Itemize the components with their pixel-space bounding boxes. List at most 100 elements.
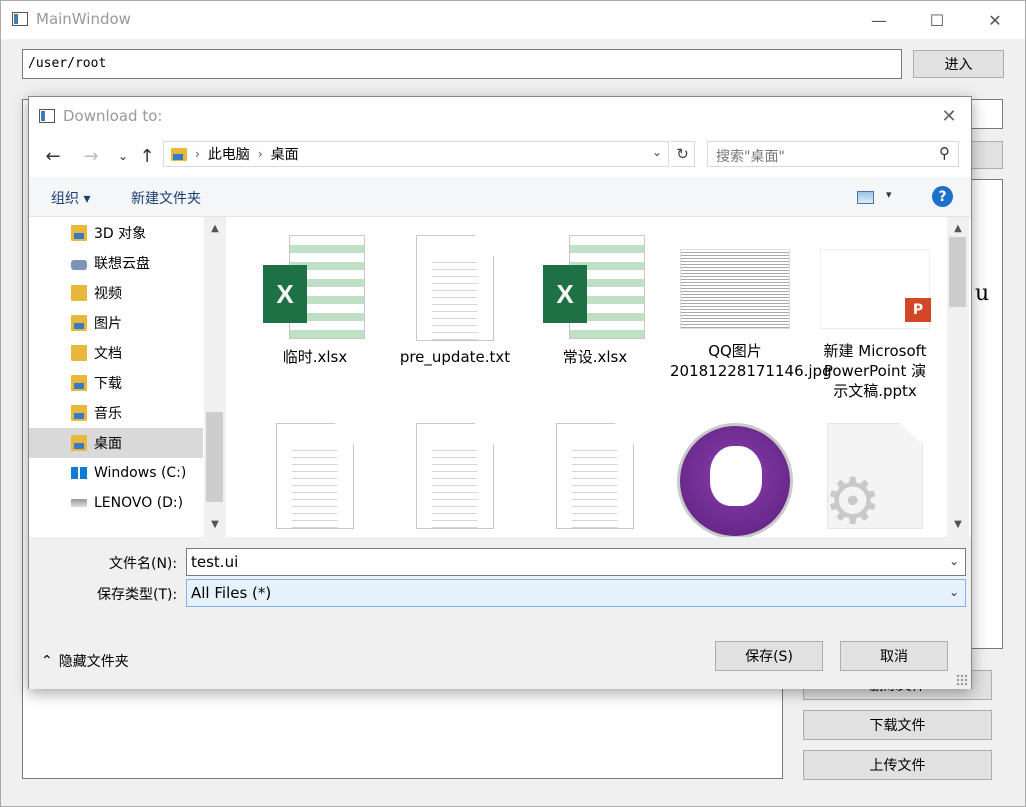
nav-item[interactable]: 视频 bbox=[29, 278, 203, 308]
download-file-button[interactable]: 下载文件 bbox=[803, 710, 992, 740]
path-input[interactable]: /user/root bbox=[22, 49, 902, 79]
help-icon[interactable]: ? bbox=[932, 186, 953, 207]
nav-item[interactable]: 音乐 bbox=[29, 398, 203, 428]
nav-item[interactable]: 文档 bbox=[29, 338, 203, 368]
nav-item[interactable]: 桌面 bbox=[29, 428, 203, 458]
minimize-button[interactable]: — bbox=[849, 1, 909, 39]
dialog-title: Download to: bbox=[63, 107, 163, 125]
downloads-folder-icon bbox=[71, 375, 87, 391]
desktop-folder-icon bbox=[71, 435, 87, 451]
dialog-titlebar: Download to: ✕ bbox=[29, 97, 971, 135]
new-folder-button[interactable]: 新建文件夹 bbox=[131, 188, 201, 208]
config-file-icon: ⚙ bbox=[827, 423, 923, 529]
enter-button[interactable]: 进入 bbox=[913, 50, 1004, 78]
file-item[interactable]: QQ图片 20181228171146.jpg bbox=[670, 235, 832, 381]
upload-file-button[interactable]: 上传文件 bbox=[803, 750, 992, 780]
dialog-close-button[interactable]: ✕ bbox=[935, 104, 963, 128]
scroll-up-icon[interactable]: ▲ bbox=[947, 219, 969, 237]
file-item[interactable] bbox=[250, 423, 380, 535]
files-scrollbar-thumb[interactable] bbox=[949, 237, 966, 307]
cancel-button[interactable]: 取消 bbox=[840, 641, 948, 671]
filename-input[interactable]: test.ui ⌄ bbox=[186, 548, 966, 576]
close-button[interactable]: ✕ bbox=[965, 1, 1025, 39]
file-item[interactable]: ⚙ bbox=[810, 423, 940, 535]
nav-item-label: 3D 对象 bbox=[94, 226, 147, 242]
file-name: 新建 Microsoft PowerPoint 演 示文稿.pptx bbox=[823, 342, 927, 400]
desktop-folder-icon bbox=[171, 147, 187, 161]
app-window-icon bbox=[12, 12, 28, 26]
excel-file-icon: X bbox=[543, 235, 647, 341]
save-button[interactable]: 保存(S) bbox=[715, 641, 823, 671]
maximize-button[interactable]: ☐ bbox=[907, 1, 967, 39]
address-dropdown-icon[interactable]: ⌄ bbox=[652, 145, 662, 159]
up-arrow-icon[interactable]: ↑ bbox=[135, 144, 159, 168]
nav-scrollbar[interactable]: ▲ ▼ bbox=[204, 217, 226, 537]
save-dialog: Download to: ✕ ← → ⌄ ↑ › 此电脑 › 桌面 ⌄ ↻ 搜索… bbox=[28, 96, 972, 689]
pictures-folder-icon bbox=[71, 315, 87, 331]
right-panel-text: u bbox=[975, 281, 990, 306]
view-dropdown-icon[interactable]: ▾ bbox=[886, 188, 892, 201]
hide-folders-label: 隐藏文件夹 bbox=[58, 654, 129, 670]
scroll-down-icon[interactable]: ▼ bbox=[947, 515, 969, 533]
nav-item-label: 文档 bbox=[94, 346, 122, 362]
breadcrumb-desktop[interactable]: 桌面 bbox=[271, 144, 299, 164]
filetype-label: 保存类型(T): bbox=[97, 587, 178, 603]
nav-item-label: Windows (C:) bbox=[94, 465, 187, 481]
nav-item-label: 音乐 bbox=[94, 406, 122, 422]
nav-item[interactable]: 下载 bbox=[29, 368, 203, 398]
nav-item[interactable]: LENOVO (D:) bbox=[29, 488, 203, 518]
text-file-icon bbox=[276, 423, 354, 529]
refresh-icon[interactable]: ↻ bbox=[671, 141, 695, 167]
right-text-panel[interactable] bbox=[969, 179, 1003, 649]
files-pane: X 临时.xlsx pre_update.txt X 常设.xlsx QQ图片 20181… bbox=[226, 217, 971, 537]
file-item[interactable] bbox=[390, 423, 520, 535]
filename-dropdown-icon[interactable]: ⌄ bbox=[949, 554, 959, 568]
music-folder-icon bbox=[71, 405, 87, 421]
scroll-down-icon[interactable]: ▼ bbox=[204, 515, 226, 533]
right-top-button[interactable] bbox=[969, 141, 1003, 169]
search-placeholder: 搜索"桌面" bbox=[716, 149, 785, 165]
file-item[interactable]: X 临时.xlsx bbox=[250, 235, 380, 367]
nav-item[interactable]: 图片 bbox=[29, 308, 203, 338]
hide-folders-toggle[interactable]: ⌃ 隐藏文件夹 bbox=[41, 651, 129, 671]
view-mode-icon[interactable] bbox=[857, 191, 874, 204]
dialog-bottom-area: 文件名(N): test.ui ⌄ 保存类型(T): All Files (*)… bbox=[29, 537, 971, 689]
file-item[interactable]: X 常设.xlsx bbox=[530, 235, 660, 367]
nav-item-label: 桌面 bbox=[94, 436, 122, 452]
nav-item[interactable]: Windows (C:) bbox=[29, 458, 203, 488]
organize-menu[interactable]: 组织 ▾ bbox=[51, 188, 90, 208]
search-input[interactable]: 搜索"桌面" ⚲ bbox=[707, 141, 959, 167]
file-item[interactable]: pre_update.txt bbox=[390, 235, 520, 367]
breadcrumb-this-pc[interactable]: 此电脑 bbox=[208, 144, 250, 164]
dialog-toolbar: 组织 ▾ 新建文件夹 ▾ ? bbox=[29, 177, 971, 217]
address-bar[interactable]: › 此电脑 › 桌面 ⌄ bbox=[163, 141, 669, 167]
nav-item[interactable]: 联想云盘 bbox=[29, 248, 203, 278]
nav-item-label: 视频 bbox=[94, 286, 122, 302]
forward-arrow-icon[interactable]: → bbox=[79, 144, 103, 168]
resize-grip-icon[interactable] bbox=[956, 674, 968, 686]
file-item[interactable] bbox=[530, 423, 660, 535]
nav-item[interactable]: 3D 对象 bbox=[29, 218, 203, 248]
breadcrumb-separator-icon: › bbox=[257, 147, 263, 161]
nav-item-label: 图片 bbox=[94, 316, 122, 332]
nav-scrollbar-thumb[interactable] bbox=[206, 412, 223, 502]
videos-folder-icon bbox=[71, 285, 87, 301]
back-arrow-icon[interactable]: ← bbox=[41, 144, 65, 168]
excel-file-icon: X bbox=[263, 235, 367, 341]
filetype-dropdown-icon[interactable]: ⌄ bbox=[949, 585, 959, 599]
scroll-up-icon[interactable]: ▲ bbox=[204, 219, 226, 237]
file-item[interactable]: P 新建 Microsoft PowerPoint 演 示文稿.pptx bbox=[810, 235, 940, 401]
filename-value: test.ui bbox=[191, 553, 239, 571]
right-input[interactable] bbox=[969, 99, 1003, 129]
files-scrollbar[interactable]: ▲ ▼ bbox=[947, 217, 969, 537]
github-desktop-icon bbox=[677, 423, 793, 537]
nav-item-label: LENOVO (D:) bbox=[94, 495, 184, 511]
recent-locations-chevron-icon[interactable]: ⌄ bbox=[111, 144, 135, 168]
filetype-select[interactable]: All Files (*) ⌄ bbox=[186, 579, 966, 607]
main-window-title: MainWindow bbox=[36, 10, 131, 28]
navigation-pane: 3D 对象联想云盘视频图片文档下载音乐桌面 Windows (C:) LENOVO … bbox=[29, 217, 226, 537]
folder-3d-icon bbox=[71, 225, 87, 241]
text-file-icon bbox=[556, 423, 634, 529]
file-item[interactable] bbox=[670, 423, 800, 537]
cloud-drive-icon bbox=[71, 260, 87, 270]
